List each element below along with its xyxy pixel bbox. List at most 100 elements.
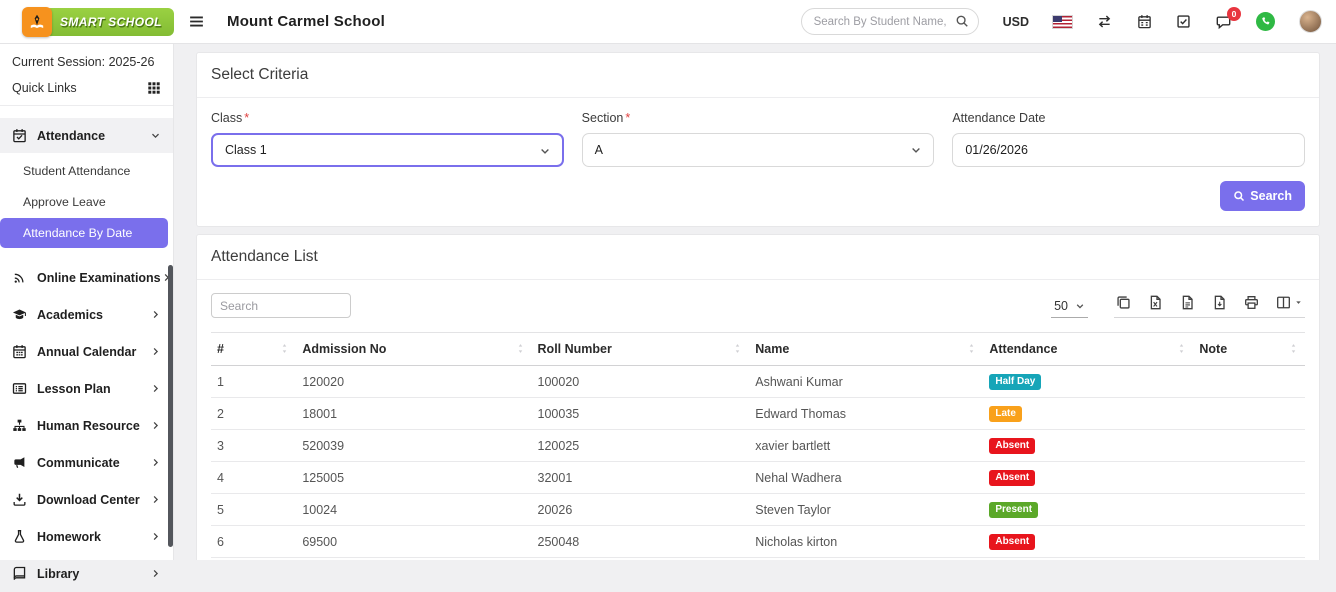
column-header[interactable]: Attendance [983, 333, 1193, 366]
search-button[interactable]: Search [1220, 181, 1305, 211]
column-header[interactable]: Roll Number [532, 333, 750, 366]
sort-icon [1176, 342, 1187, 355]
columns-icon[interactable] [1276, 295, 1303, 310]
sidebar-subitem-attendance-by-date[interactable]: Attendance By Date [0, 218, 168, 248]
table-row: 218001100035Edward ThomasLate [211, 398, 1305, 430]
column-header[interactable]: Admission No [296, 333, 531, 366]
attendance-status-badge: Absent [989, 534, 1035, 550]
attendance-date-input[interactable] [952, 133, 1305, 167]
chat-messages-icon[interactable]: 0 [1215, 14, 1232, 30]
file-excel-icon[interactable] [1148, 295, 1163, 310]
cell-sr: 6 [211, 526, 296, 558]
table-row: 412500532001Nehal WadheraAbsent [211, 462, 1305, 494]
sidebar-item-download-center[interactable]: Download Center [0, 481, 173, 518]
sidebar-menu: AttendanceStudent AttendanceApprove Leav… [0, 106, 173, 592]
exchange-arrows-icon[interactable] [1096, 14, 1113, 29]
app-logo[interactable]: SMART SCHOOL [0, 7, 174, 37]
sidebar-scrollbar[interactable] [168, 265, 173, 547]
column-header[interactable]: # [211, 333, 296, 366]
file-csv-icon[interactable] [1180, 295, 1195, 310]
attendance-list-title: Attendance List [197, 235, 1319, 280]
sidebar-item-label: Human Resource [37, 419, 150, 433]
table-row: 669500250048Nicholas kirtonAbsent [211, 526, 1305, 558]
calendar-check-icon [12, 128, 28, 143]
list-alt-icon [12, 381, 28, 396]
class-select-value: Class 1 [225, 143, 267, 157]
table-row: 1120020100020Ashwani KumarHalf Day [211, 366, 1305, 398]
sidebar-item-online-examinations[interactable]: Online Examinations [0, 259, 173, 296]
sidebar-item-human-resource[interactable]: Human Resource [0, 407, 173, 444]
export-buttons [1114, 295, 1305, 318]
cell-attendance: Absent [983, 526, 1193, 558]
cell-admission-no: 125005 [296, 462, 531, 494]
class-label: Class* [211, 111, 564, 125]
sort-icon [279, 342, 290, 355]
topbar-actions: USD 0 [801, 8, 1336, 35]
calendar-icon [12, 344, 28, 359]
cell-attendance: Present [983, 494, 1193, 526]
sidebar-submenu: Student AttendanceApprove LeaveAttendanc… [0, 153, 173, 259]
search-icon[interactable] [955, 14, 969, 28]
sidebar-item-library[interactable]: Library [0, 555, 173, 592]
cell-roll-number: 20026 [532, 494, 750, 526]
sidebar-item-annual-calendar[interactable]: Annual Calendar [0, 333, 173, 370]
calendar-icon[interactable] [1137, 14, 1152, 29]
whatsapp-icon[interactable] [1256, 12, 1275, 31]
cell-admission-no: 120020 [296, 366, 531, 398]
page-size-select[interactable]: 50 [1051, 297, 1088, 318]
sidebar-item-communicate[interactable]: Communicate [0, 444, 173, 481]
table-row: 3520039120025xavier bartlettAbsent [211, 430, 1305, 462]
sidebar-item-label: Lesson Plan [37, 382, 150, 396]
chevron-right-icon [150, 531, 161, 542]
column-header[interactable]: Name [749, 333, 983, 366]
cell-sr: 5 [211, 494, 296, 526]
section-label: Section* [582, 111, 935, 125]
sidebar-item-attendance[interactable]: Attendance [0, 118, 173, 153]
print-icon[interactable] [1244, 295, 1259, 310]
column-header[interactable]: Note [1193, 333, 1305, 366]
rss-icon [12, 270, 28, 285]
chat-unread-badge: 0 [1227, 7, 1241, 21]
cell-admission-no: 69500 [296, 526, 531, 558]
school-name-title: Mount Carmel School [227, 13, 385, 30]
sidebar-item-homework[interactable]: Homework [0, 518, 173, 555]
sidebar-item-label: Download Center [37, 493, 150, 507]
sort-icon [515, 342, 526, 355]
logo-wordmark: SMART SCHOOL [45, 8, 174, 36]
cell-note [1193, 430, 1305, 462]
graduation-cap-icon [12, 307, 28, 322]
language-flag-icon[interactable] [1053, 16, 1072, 28]
file-pdf-icon[interactable] [1212, 295, 1227, 310]
task-check-icon[interactable] [1176, 14, 1191, 29]
logo-book-pen-icon [22, 7, 52, 37]
cell-admission-no: 520039 [296, 430, 531, 462]
grid-icon [147, 81, 161, 95]
quick-links[interactable]: Quick Links [0, 71, 173, 106]
chevron-right-icon [150, 309, 161, 320]
attendance-status-badge: Absent [989, 470, 1035, 486]
cell-roll-number: 100035 [532, 398, 750, 430]
sidebar-toggle-hamburger-icon[interactable] [188, 13, 205, 30]
chevron-down-icon [910, 144, 922, 156]
sidebar-subitem-student-attendance[interactable]: Student Attendance [0, 156, 168, 186]
currency-selector[interactable]: USD [1003, 15, 1029, 29]
table-search-input[interactable] [211, 293, 351, 318]
cell-attendance: Late [983, 398, 1193, 430]
copy-icon[interactable] [1116, 295, 1131, 310]
sidebar-item-lesson-plan[interactable]: Lesson Plan [0, 370, 173, 407]
sort-icon [966, 342, 977, 355]
user-avatar[interactable] [1299, 10, 1322, 33]
sidebar-subitem-approve-leave[interactable]: Approve Leave [0, 187, 168, 217]
section-select[interactable]: A [582, 133, 935, 167]
attendance-status-badge: Late [989, 406, 1022, 422]
cell-name: Steven Taylor [749, 494, 983, 526]
cell-sr: 2 [211, 398, 296, 430]
student-search-input[interactable] [801, 8, 979, 35]
sidebar-item-label: Library [37, 567, 150, 581]
class-select[interactable]: Class 1 [211, 133, 564, 167]
table-row: 51002420026Steven TaylorPresent [211, 494, 1305, 526]
sort-icon [1288, 342, 1299, 355]
sidebar-item-academics[interactable]: Academics [0, 296, 173, 333]
student-search [801, 8, 979, 35]
cell-note [1193, 526, 1305, 558]
